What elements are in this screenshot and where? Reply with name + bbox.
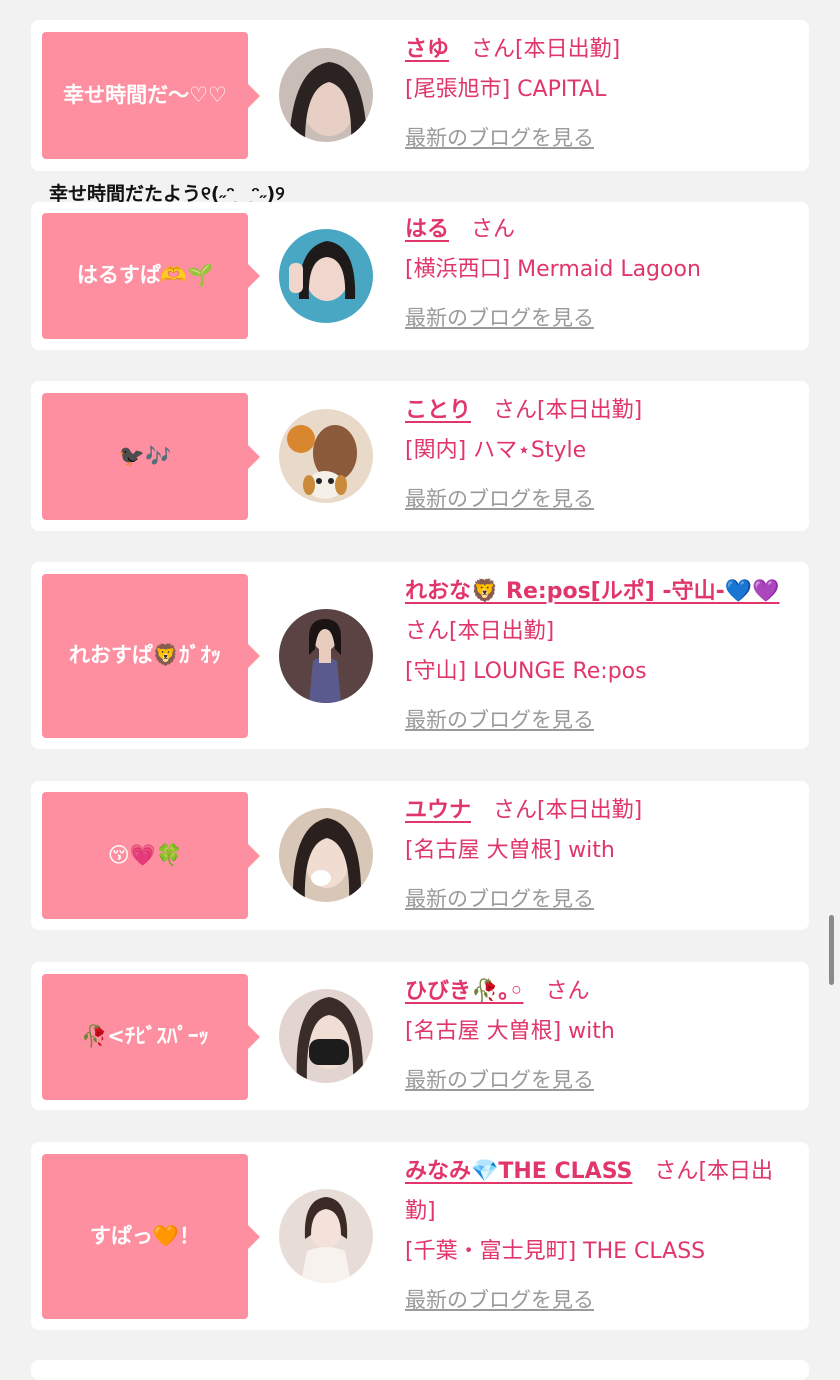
- shop-text: [横浜西口] Mermaid Lagoon: [405, 257, 701, 282]
- status-text: [本日出勤]: [537, 798, 643, 823]
- shop-text: [名古屋 大曽根] with: [405, 838, 615, 863]
- entry-info: れおな🦁 Re:pos[ルポ] -守山-💙💜 さん[本日出勤] [守山] LOU…: [405, 572, 787, 741]
- comment-text: 幸せ時間だ〜♡♡: [63, 82, 227, 107]
- blog-card: はるすぱ🫶🌱 はる さん [横浜西口] Mermaid Lagoon 最新のブロ…: [31, 202, 809, 350]
- girl-name-link[interactable]: ユウナ: [405, 798, 471, 823]
- latest-blog-link[interactable]: 最新のブログを見る: [405, 1288, 594, 1312]
- scrollbar[interactable]: [829, 915, 834, 985]
- entry-info: ひびき🥀｡◦ さん [名古屋 大曽根] with 最新のブログを見る: [405, 972, 787, 1101]
- san-label: さん: [493, 398, 538, 423]
- comment-text: すぱっ🧡！: [89, 1223, 201, 1248]
- girl-name-link[interactable]: はる: [405, 217, 449, 242]
- comment-text: はるすぱ🫶🌱: [76, 263, 214, 288]
- blog-card: 🥀<ﾁﾋﾞｽﾊﾟｰｯ ひびき🥀｡◦ さん [名古屋 大曽根] with 最新のブ…: [31, 962, 809, 1110]
- latest-blog-link[interactable]: 最新のブログを見る: [405, 126, 594, 150]
- san-label: さん: [493, 798, 538, 823]
- girl-name-link[interactable]: れおな🦁 Re:pos[ルポ] -守山-💙💜: [405, 579, 779, 604]
- shop-text: [関内] ハマ⋆Style: [405, 438, 587, 463]
- blog-card: 🐦‍⬛🎶 ことり さん[本日出勤] [関内] ハマ⋆Style 最新のブログを見…: [31, 381, 809, 531]
- blog-card-partial: [31, 1360, 809, 1380]
- avatar[interactable]: [279, 48, 373, 142]
- san-label: さん: [471, 37, 516, 62]
- blog-card: すぱっ🧡！ みなみ💎THE CLASS さん[本日出勤] [千葉・富士見町] T…: [31, 1142, 809, 1330]
- comment-bubble[interactable]: すぱっ🧡！: [42, 1154, 260, 1319]
- avatar[interactable]: [279, 409, 373, 503]
- entry-info: さゆ さん[本日出勤] [尾張旭市] CAPITAL 最新のブログを見る: [405, 30, 787, 159]
- comment-text: 🐦‍⬛🎶: [118, 443, 172, 468]
- girl-name-link[interactable]: ひびき🥀｡◦: [405, 979, 523, 1004]
- comment-bubble[interactable]: はるすぱ🫶🌱: [42, 213, 260, 339]
- avatar[interactable]: [279, 609, 373, 703]
- status-text: [本日出勤]: [449, 619, 555, 644]
- san-label: さん: [654, 1159, 699, 1184]
- latest-blog-link[interactable]: 最新のブログを見る: [405, 708, 594, 732]
- girl-name-link[interactable]: みなみ💎THE CLASS: [405, 1159, 632, 1184]
- comment-bubble[interactable]: れおすぱ🦁ｶﾞｵｯ: [42, 574, 260, 738]
- shop-text: [尾張旭市] CAPITAL: [405, 77, 607, 102]
- status-text: [本日出勤]: [515, 37, 621, 62]
- girl-name-link[interactable]: ことり: [405, 398, 471, 423]
- entry-info: ことり さん[本日出勤] [関内] ハマ⋆Style 最新のブログを見る: [405, 391, 787, 520]
- comment-text: れおすぱ🦁ｶﾞｵｯ: [68, 643, 222, 668]
- girl-name-link[interactable]: さゆ: [405, 37, 449, 62]
- latest-blog-link[interactable]: 最新のブログを見る: [405, 887, 594, 911]
- san-label: さん: [405, 619, 450, 644]
- avatar[interactable]: [279, 229, 373, 323]
- blog-card: 幸せ時間だ〜♡♡ さゆ さん[本日出勤] [尾張旭市] CAPITAL 最新のブ…: [31, 20, 809, 171]
- comment-bubble[interactable]: 😚💗🍀: [42, 792, 260, 919]
- san-label: さん: [545, 979, 590, 1004]
- latest-blog-link[interactable]: 最新のブログを見る: [405, 1068, 594, 1092]
- blog-card: 😚💗🍀 ユウナ さん[本日出勤] [名古屋 大曽根] with 最新のブログを見…: [31, 781, 809, 930]
- entry-info: ユウナ さん[本日出勤] [名古屋 大曽根] with 最新のブログを見る: [405, 791, 787, 920]
- latest-blog-link[interactable]: 最新のブログを見る: [405, 306, 594, 330]
- comment-text: 🥀<ﾁﾋﾞｽﾊﾟｰｯ: [81, 1024, 209, 1049]
- entry-info: みなみ💎THE CLASS さん[本日出勤] [千葉・富士見町] THE CLA…: [405, 1152, 787, 1321]
- comment-bubble[interactable]: 幸せ時間だ〜♡♡: [42, 32, 260, 159]
- comment-text: 😚💗🍀: [107, 842, 183, 867]
- status-text: [本日出勤]: [537, 398, 643, 423]
- blog-card: れおすぱ🦁ｶﾞｵｯ れおな🦁 Re:pos[ルポ] -守山-💙💜 さん[本日出勤…: [31, 562, 809, 749]
- shop-text: [守山] LOUNGE Re:pos: [405, 659, 647, 684]
- entry-info: はる さん [横浜西口] Mermaid Lagoon 最新のブログを見る: [405, 210, 787, 339]
- latest-blog-link[interactable]: 最新のブログを見る: [405, 487, 594, 511]
- shop-text: [名古屋 大曽根] with: [405, 1019, 615, 1044]
- comment-bubble[interactable]: 🐦‍⬛🎶: [42, 393, 260, 520]
- avatar[interactable]: [279, 1189, 373, 1283]
- comment-bubble[interactable]: 🥀<ﾁﾋﾞｽﾊﾟｰｯ: [42, 974, 260, 1100]
- avatar[interactable]: [279, 989, 373, 1083]
- shop-text: [千葉・富士見町] THE CLASS: [405, 1239, 706, 1264]
- avatar[interactable]: [279, 808, 373, 902]
- san-label: さん: [471, 217, 516, 242]
